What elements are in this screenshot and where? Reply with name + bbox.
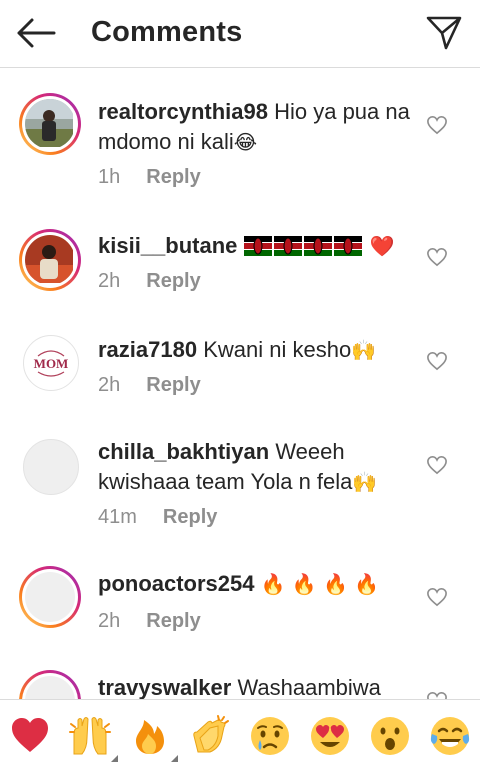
comment-meta: 2h Reply — [98, 374, 201, 397]
comment-username[interactable]: chilla_bakhtiyan — [98, 439, 269, 464]
like-heart-icon[interactable] — [426, 691, 448, 699]
clapping-hands-icon — [193, 715, 229, 753]
comment-text: travyswalker Washaambiwa — [98, 673, 416, 699]
kenya-flag-icon — [243, 236, 272, 256]
emoji-clapping-hands-button[interactable] — [188, 714, 232, 758]
avatar[interactable]: MOM — [23, 335, 79, 391]
comment-text: razia7180 Kwani ni kesho🙌 — [98, 335, 416, 365]
avatar[interactable] — [23, 439, 79, 495]
comment-body: Washaambiwa — [237, 675, 381, 699]
reply-button[interactable]: Reply — [146, 374, 200, 396]
like-heart-icon[interactable] — [426, 115, 448, 135]
comment-meta: 2h Reply — [98, 270, 201, 293]
comment-time: 41m — [98, 506, 137, 528]
reply-button[interactable]: Reply — [146, 610, 200, 632]
comment-username[interactable]: kisii__butane — [98, 233, 237, 258]
kenya-flag-icon — [333, 236, 362, 256]
like-heart-icon[interactable] — [426, 247, 448, 267]
like-heart-icon[interactable] — [426, 351, 448, 371]
reply-button[interactable]: Reply — [146, 166, 200, 188]
mom-logo-text: MOM — [34, 356, 69, 371]
paper-plane-icon — [426, 16, 462, 50]
emoji-heart-eyes-button[interactable] — [308, 714, 352, 758]
like-heart-icon[interactable] — [426, 455, 448, 475]
comment-username[interactable]: ponoactors254 — [98, 571, 255, 596]
comment-meta: 2h Reply — [98, 610, 201, 633]
arrow-left-icon — [17, 18, 56, 48]
comment-text: realtorcynthia98 Hio ya pua na mdomo ni … — [98, 97, 416, 157]
heart-eyes-icon — [311, 717, 349, 755]
top-bar: Comments — [0, 0, 480, 68]
fire-icon — [136, 720, 164, 754]
comment-meta: 41m Reply — [98, 506, 217, 529]
emoji-surprised-face-button[interactable] — [368, 714, 412, 758]
avatar-photo — [25, 235, 73, 283]
emoji-quick-bar — [0, 699, 480, 774]
surprised-face-icon — [371, 717, 409, 755]
share-button[interactable] — [422, 12, 466, 52]
comment-text: ponoactors254 🔥 🔥 🔥 🔥 — [98, 569, 416, 599]
comment-emoji: 🔥 🔥 🔥 🔥 — [260, 572, 380, 596]
comment-emoji: 🙌 — [352, 470, 378, 494]
back-button[interactable] — [14, 16, 58, 50]
avatar[interactable] — [19, 229, 81, 291]
comment-text: chilla_bakhtiyan Weeeh kwishaaa team Yol… — [98, 437, 416, 497]
comment-time: 1h — [98, 166, 121, 188]
page-title: Comments — [91, 16, 243, 48]
mom-logo-avatar: MOM — [25, 337, 77, 389]
avatar[interactable] — [19, 566, 81, 628]
reply-button[interactable]: Reply — [163, 506, 217, 528]
comment-username[interactable]: travyswalker — [98, 675, 231, 699]
crying-face-icon — [251, 717, 289, 755]
comment-username[interactable]: realtorcynthia98 — [98, 99, 268, 124]
avatar[interactable] — [19, 670, 81, 699]
like-heart-icon[interactable] — [426, 587, 448, 607]
reply-button[interactable]: Reply — [146, 270, 200, 292]
avatar-photo — [25, 99, 73, 147]
tears-of-joy-icon — [430, 717, 470, 755]
red-heart-icon — [12, 718, 48, 752]
raising-hands-icon — [69, 717, 111, 755]
comment-text: kisii__butane ❤️ — [98, 231, 416, 261]
emoji-crying-face-button[interactable] — [248, 714, 292, 758]
comment-emoji: ❤️ — [369, 234, 395, 258]
comment-username[interactable]: razia7180 — [98, 337, 197, 362]
comment-time: 2h — [98, 374, 121, 396]
more-options-indicator — [171, 755, 178, 762]
comment-time: 2h — [98, 270, 121, 292]
kenya-flag-icon — [273, 236, 302, 256]
emoji-red-heart-button[interactable] — [8, 714, 52, 758]
emoji-tears-of-joy-button[interactable] — [428, 714, 472, 758]
comment-time: 2h — [98, 610, 121, 632]
comment-list[interactable]: realtorcynthia98 Hio ya pua na mdomo ni … — [0, 69, 480, 699]
avatar[interactable] — [19, 93, 81, 155]
kenya-flag-icon — [303, 236, 332, 256]
comment-emoji: 😂 — [233, 130, 258, 154]
emoji-fire-button[interactable] — [128, 714, 178, 762]
kenya-flags — [243, 233, 370, 258]
emoji-raising-hands-button[interactable] — [68, 714, 118, 762]
comment-emoji: 🙌 — [351, 338, 377, 362]
comment-body: Kwani ni kesho — [203, 337, 352, 362]
comment-meta: 1h Reply — [98, 166, 201, 189]
more-options-indicator — [111, 755, 118, 762]
